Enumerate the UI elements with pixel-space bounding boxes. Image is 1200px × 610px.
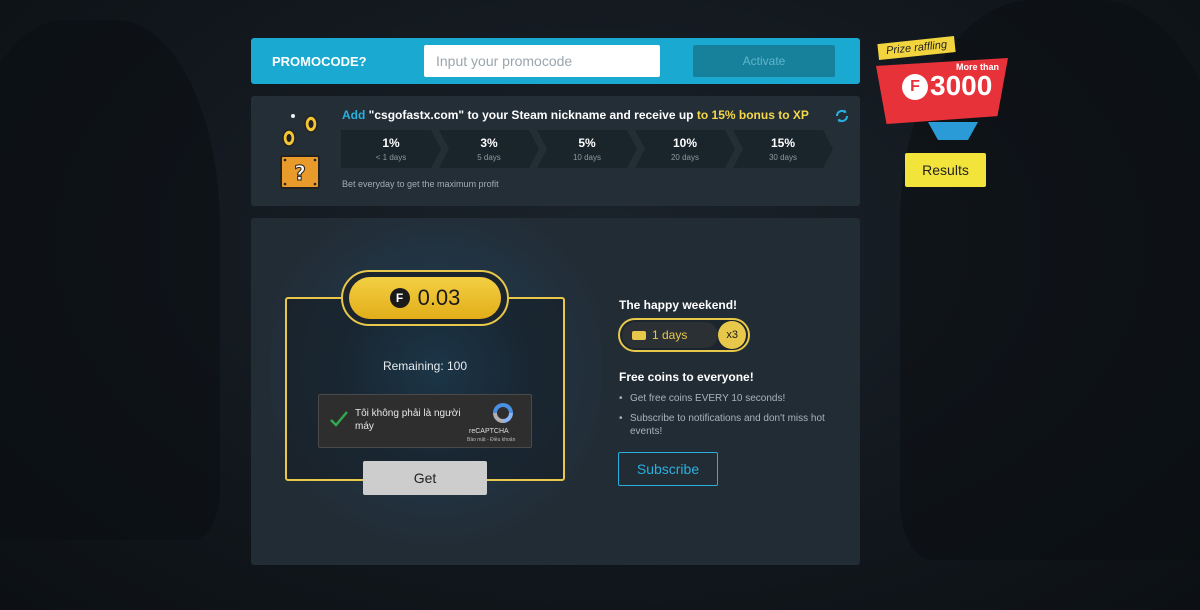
step-percent: 10% (672, 136, 698, 150)
get-coins-button[interactable]: Get (363, 461, 487, 495)
prize-coin-icon: F (902, 74, 928, 100)
promocode-input[interactable] (424, 45, 660, 77)
weekend-title: The happy weekend! (619, 298, 738, 312)
weekend-days-badge: 1 days x3 (618, 318, 750, 352)
promocode-bar: PROMOCODE? Activate (251, 38, 860, 84)
recaptcha-links[interactable]: Bảo mật - Điều khoản (467, 437, 515, 443)
weekend-days-inner: 1 days (622, 322, 719, 348)
step-percent: 3% (480, 136, 498, 150)
free-coins-title: Free coins to everyone! (619, 370, 754, 384)
prize-amount: 3000 (930, 70, 993, 101)
coin-amount: 0.03 (417, 285, 461, 310)
prize-raffle-banner[interactable]: Prize raffling More than F 3000 (872, 36, 1012, 146)
bonus-step: 1% < 1 days (341, 130, 441, 168)
steam-nickname-offer: Add "csgofastx.com" to your Steam nickna… (342, 108, 809, 122)
refresh-icon[interactable] (834, 108, 850, 124)
coin-icon: F (389, 288, 410, 308)
step-days: < 1 days (375, 153, 407, 162)
prize-banner-ribbon (928, 122, 978, 140)
subscribe-button[interactable]: Subscribe (618, 452, 718, 486)
list-item: Subscribe to notifications and don't mis… (619, 412, 839, 438)
offer-prefix: Add (342, 108, 366, 122)
coin-amount-inner: F 0.03 (349, 277, 501, 319)
prize-tag: Prize raffling (877, 36, 956, 60)
bonus-step: 5% 10 days (537, 130, 637, 168)
coin-amount-display: F 0.03 (341, 270, 509, 326)
list-item: Get free coins EVERY 10 seconds! (619, 392, 839, 405)
promocode-label: PROMOCODE? (272, 53, 367, 69)
weekend-days: 1 days (652, 328, 688, 342)
offer-middle: to your Steam nickname and receive up (467, 108, 694, 122)
weekend-multiplier: x3 (718, 321, 746, 349)
checkmark-icon[interactable] (329, 409, 349, 429)
step-days: 10 days (572, 153, 602, 162)
free-coins-panel: Remaining: 100 Tôi không phải là người m… (251, 218, 860, 565)
recaptcha-widget[interactable]: Tôi không phải là người máy reCAPTCHA Bả… (318, 394, 532, 448)
results-button[interactable]: Results (905, 153, 986, 187)
activate-button[interactable]: Activate (693, 45, 835, 77)
step-days: 20 days (670, 153, 700, 162)
xp-bonus-panel: ? Add "csgofastx.com" to your Steam nick… (251, 96, 860, 206)
offer-highlight: to 15% bonus to XP (696, 108, 809, 122)
free-coins-list: Get free coins EVERY 10 seconds! Subscri… (619, 392, 839, 445)
recaptcha-brand: reCAPTCHA (469, 428, 509, 435)
bonus-steps: 1% < 1 days 3% 5 days 5% 10 days 10% 20 … (341, 130, 833, 168)
bonus-step: 10% 20 days (635, 130, 735, 168)
step-percent: 5% (578, 136, 596, 150)
bonus-step: 3% 5 days (439, 130, 539, 168)
step-percent: 1% (382, 136, 400, 150)
bonus-note: Bet everyday to get the maximum profit (342, 179, 499, 189)
step-days: 5 days (477, 153, 501, 162)
ticket-icon (632, 330, 646, 340)
step-days: 30 days (768, 153, 798, 162)
step-percent: 15% (770, 136, 796, 150)
recaptcha-icon (493, 403, 513, 423)
background-soldier-left (0, 20, 220, 540)
mystery-box-icon: ? (280, 114, 320, 189)
svg-text:?: ? (294, 161, 306, 185)
remaining-count: Remaining: 100 (382, 359, 468, 373)
captcha-label: Tôi không phải là người máy (355, 408, 461, 432)
bonus-step: 15% 30 days (733, 130, 833, 168)
offer-domain: "csgofastx.com" (368, 108, 465, 122)
